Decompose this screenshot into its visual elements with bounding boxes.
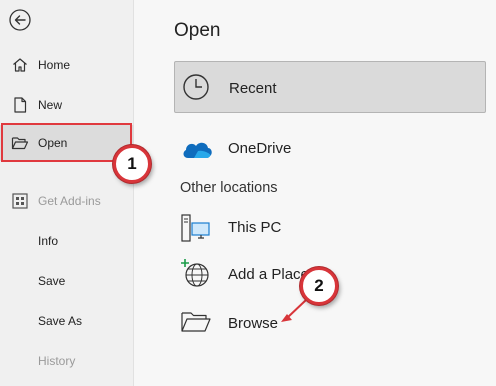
step-1-badge: 1 bbox=[113, 145, 151, 183]
step-2-badge: 2 bbox=[300, 267, 338, 305]
annotation-arrow bbox=[281, 299, 307, 322]
